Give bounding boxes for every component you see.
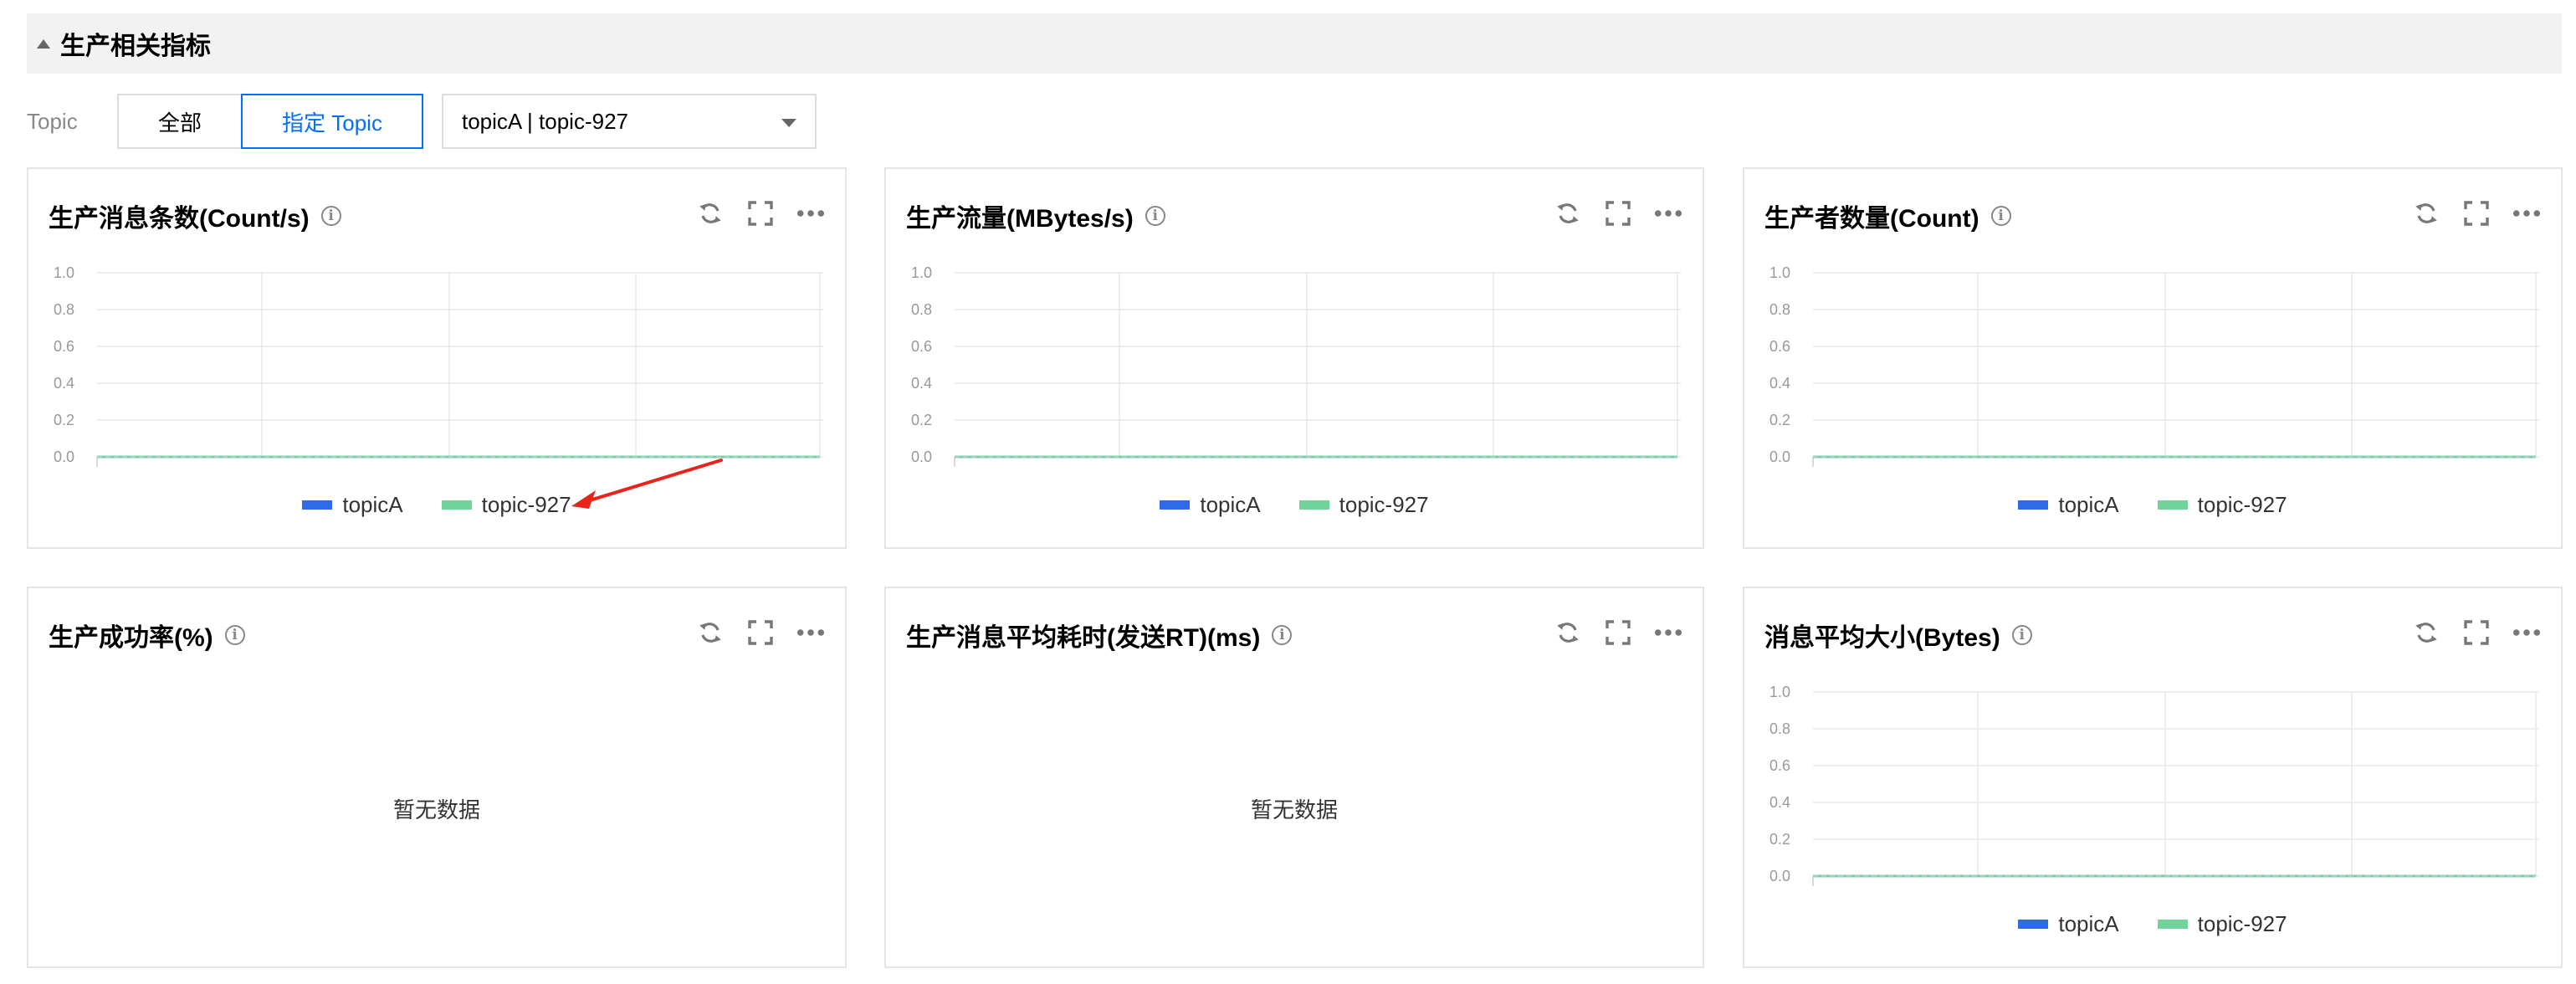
red-annotation-arrow — [571, 459, 723, 509]
